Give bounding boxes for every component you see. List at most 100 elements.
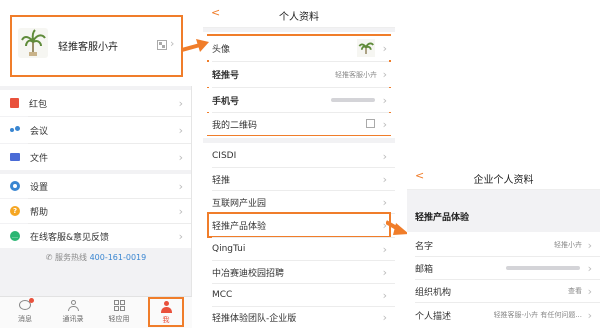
chevron-right-icon: ›	[382, 195, 387, 209]
hotline[interactable]: ✆ 服务热线 400-161-0019	[0, 252, 192, 263]
chevron-right-icon: ›	[382, 117, 387, 131]
row-value: 轻推客服小卉	[335, 70, 377, 79]
menu-label: 文件	[30, 153, 49, 164]
row-label: 邮箱	[415, 264, 434, 275]
question-icon: ?	[10, 206, 20, 216]
person-icon	[160, 301, 172, 313]
email-redacted	[506, 266, 580, 270]
row-value: 轻推客服-小卉 有任何问题...	[493, 311, 582, 319]
chevron-right-icon: ›	[382, 93, 387, 107]
chevron-right-icon: ›	[178, 96, 183, 110]
menu-label: 帮助	[30, 207, 49, 218]
org-label: 中冶赛迪校园招聘	[212, 268, 285, 279]
row-phone[interactable]: 手机号 ›	[203, 88, 395, 112]
org-item[interactable]: 轻推 ›	[203, 168, 395, 190]
panel-profile: < 个人资料 头像 › 轻推号 轻推客服小卉 › 手机号 › 我的二维码 › C…	[203, 0, 395, 328]
org-label: 互联网产业园	[212, 198, 267, 209]
chevron-right-icon: ›	[382, 265, 387, 279]
org-label: MCC	[212, 290, 233, 300]
row-email[interactable]: 邮箱 ›	[407, 257, 600, 279]
org-label: CISDI	[212, 151, 237, 161]
phone-icon: ✆	[45, 253, 53, 262]
chevron-right-icon: ›	[382, 68, 387, 81]
menu-item-help[interactable]: ? 帮助 ›	[0, 199, 191, 223]
chat-icon: …	[10, 231, 20, 241]
chevron-right-icon: ›	[382, 288, 387, 302]
chevron-right-icon: ›	[178, 229, 183, 243]
chevron-right-icon: ›	[587, 238, 592, 252]
notification-dot	[29, 298, 34, 303]
org-item[interactable]: 中冶赛迪校园招聘 ›	[203, 261, 395, 283]
tab-apps[interactable]: 轻应用	[104, 300, 134, 324]
hotline-number[interactable]: 400-161-0019	[90, 253, 147, 262]
arrow-1-icon	[182, 39, 209, 52]
chevron-right-icon: ›	[382, 242, 387, 256]
chevron-right-icon: ›	[178, 150, 183, 164]
avatar	[18, 28, 48, 58]
row-label: 手机号	[212, 96, 240, 107]
org-highlight	[207, 212, 391, 238]
org-label: 轻推体验团队-企业版	[212, 314, 297, 324]
message-icon	[19, 298, 34, 310]
people-icon	[10, 126, 20, 134]
chevron-right-icon: ›	[382, 172, 387, 186]
row-name[interactable]: 名字 轻推小卉 ›	[407, 234, 600, 256]
panel-me: 轻推客服小卉 › 红包 › 会议 › 文件 › 设置 › ? 帮助 › … 在线…	[0, 0, 192, 328]
row-organization[interactable]: 组织机构 查看 ›	[407, 280, 600, 302]
row-value: 轻推小卉	[554, 241, 582, 249]
chevron-right-icon: ›	[587, 261, 592, 275]
row-label: 名字	[415, 241, 434, 252]
menu-label: 红包	[29, 99, 48, 110]
chevron-right-icon: ›	[382, 311, 387, 324]
tab-messages[interactable]: 消息	[10, 298, 40, 324]
page-title: 个人资料	[279, 12, 319, 23]
phone-redacted	[331, 98, 375, 102]
chevron-right-icon: ›	[587, 308, 592, 322]
qr-code-icon[interactable]	[157, 40, 167, 50]
chevron-right-icon: ›	[170, 37, 175, 50]
row-description[interactable]: 个人描述 轻推客服-小卉 有任何问题... ›	[407, 303, 600, 327]
tab-me[interactable]: 我	[148, 297, 184, 327]
profile-name: 轻推客服小卉	[58, 42, 118, 53]
org-item[interactable]: QingTui ›	[203, 238, 395, 260]
panel-enterprise-profile: < 企业个人资料 轻推产品体验 名字 轻推小卉 › 邮箱 › 组织机构 查看 ›…	[407, 162, 600, 328]
chevron-right-icon: ›	[178, 204, 183, 218]
menu-item-feedback[interactable]: … 在线客服&意见反馈 ›	[0, 224, 191, 248]
row-label: 个人描述	[415, 311, 452, 322]
chevron-right-icon: ›	[382, 41, 387, 55]
gear-icon	[10, 181, 20, 191]
section-title: 轻推产品体验	[415, 213, 470, 223]
menu-item-meeting[interactable]: 会议 ›	[0, 117, 191, 143]
tab-label: 轻应用	[108, 315, 130, 323]
tab-contacts[interactable]: 通讯录	[58, 300, 88, 324]
page-title: 企业个人资料	[473, 175, 534, 186]
folder-icon	[10, 153, 20, 161]
row-label: 组织机构	[415, 287, 452, 298]
menu-item-settings[interactable]: 设置 ›	[0, 174, 191, 198]
org-label: QingTui	[212, 244, 246, 254]
row-label: 我的二维码	[212, 120, 258, 131]
org-label: 轻推	[212, 175, 231, 186]
org-item[interactable]: CISDI ›	[203, 145, 395, 167]
hotline-label: 服务热线	[55, 253, 88, 262]
row-label: 头像	[212, 44, 231, 55]
menu-item-files[interactable]: 文件 ›	[0, 144, 191, 170]
tab-label: 我	[162, 316, 170, 324]
red-packet-icon	[10, 98, 19, 108]
avatar-thumb	[357, 39, 375, 57]
chevron-right-icon: ›	[587, 284, 592, 298]
org-item[interactable]: MCC ›	[203, 284, 395, 306]
row-qingtui-id[interactable]: 轻推号 轻推客服小卉 ›	[203, 62, 395, 87]
row-label: 轻推号	[212, 71, 240, 81]
menu-label: 会议	[30, 126, 49, 137]
org-item[interactable]: 轻推体验团队-企业版 ›	[203, 307, 395, 328]
row-value: 查看	[568, 287, 582, 295]
org-item[interactable]: 互联网产业园 ›	[203, 191, 395, 213]
menu-label: 设置	[30, 182, 49, 193]
menu-item-red-packet[interactable]: 红包 ›	[0, 90, 191, 116]
chevron-right-icon: ›	[178, 179, 183, 193]
row-my-qr[interactable]: 我的二维码 ›	[203, 113, 395, 135]
contacts-icon	[67, 300, 79, 311]
row-avatar[interactable]: 头像 ›	[203, 36, 395, 60]
apps-grid-icon	[113, 300, 125, 311]
